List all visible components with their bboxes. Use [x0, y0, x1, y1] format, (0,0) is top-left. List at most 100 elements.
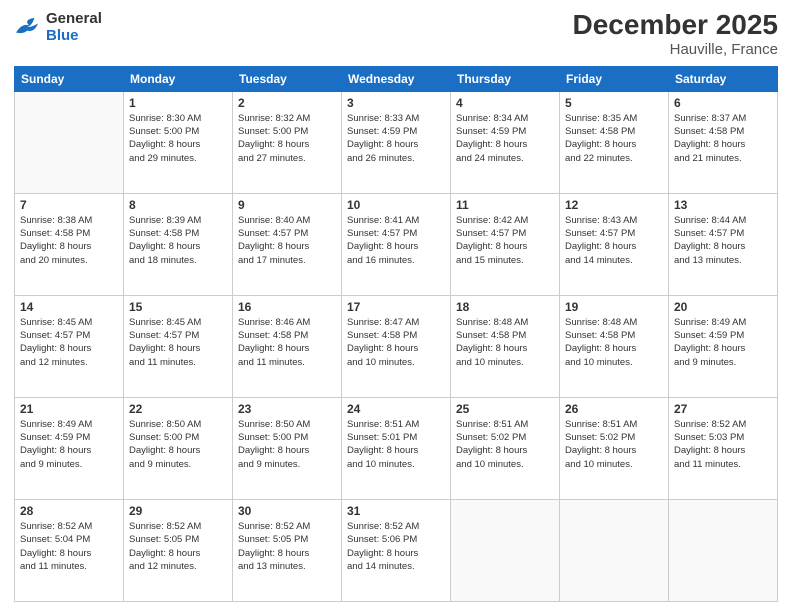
daylight-text: Daylight: 8 hours — [347, 342, 445, 355]
sunset-text: Sunset: 5:04 PM — [20, 533, 118, 546]
sunrise-text: Sunrise: 8:52 AM — [20, 520, 118, 533]
table-row: 31Sunrise: 8:52 AMSunset: 5:06 PMDayligh… — [342, 499, 451, 601]
header-monday: Monday — [124, 66, 233, 91]
daylight-text-cont: and 20 minutes. — [20, 254, 118, 267]
title-block: December 2025 Hauville, France — [573, 10, 778, 58]
sunset-text: Sunset: 5:02 PM — [456, 431, 554, 444]
sunset-text: Sunset: 5:00 PM — [238, 125, 336, 138]
table-row: 10Sunrise: 8:41 AMSunset: 4:57 PMDayligh… — [342, 193, 451, 295]
daylight-text-cont: and 29 minutes. — [129, 152, 227, 165]
sunset-text: Sunset: 4:57 PM — [674, 227, 772, 240]
sunrise-text: Sunrise: 8:41 AM — [347, 214, 445, 227]
sunrise-text: Sunrise: 8:43 AM — [565, 214, 663, 227]
daylight-text-cont: and 10 minutes. — [347, 356, 445, 369]
daylight-text: Daylight: 8 hours — [238, 444, 336, 457]
daylight-text-cont: and 10 minutes. — [565, 458, 663, 471]
sunrise-text: Sunrise: 8:45 AM — [20, 316, 118, 329]
daylight-text-cont: and 9 minutes. — [238, 458, 336, 471]
daylight-text-cont: and 24 minutes. — [456, 152, 554, 165]
day-info: Sunrise: 8:50 AMSunset: 5:00 PMDaylight:… — [238, 418, 336, 471]
sunset-text: Sunset: 4:58 PM — [20, 227, 118, 240]
sunrise-text: Sunrise: 8:49 AM — [20, 418, 118, 431]
table-row: 1Sunrise: 8:30 AMSunset: 5:00 PMDaylight… — [124, 91, 233, 193]
sunrise-text: Sunrise: 8:33 AM — [347, 112, 445, 125]
daylight-text: Daylight: 8 hours — [20, 342, 118, 355]
calendar-week-row: 21Sunrise: 8:49 AMSunset: 4:59 PMDayligh… — [15, 397, 778, 499]
sunset-text: Sunset: 4:58 PM — [347, 329, 445, 342]
daylight-text: Daylight: 8 hours — [129, 138, 227, 151]
header-friday: Friday — [560, 66, 669, 91]
day-info: Sunrise: 8:37 AMSunset: 4:58 PMDaylight:… — [674, 112, 772, 165]
day-number: 13 — [674, 198, 772, 212]
daylight-text: Daylight: 8 hours — [129, 444, 227, 457]
table-row: 21 Sunrise: 8:49 AMSunset: 4:59 PMDayligh… — [15, 397, 124, 499]
calendar-week-row: 7Sunrise: 8:38 AMSunset: 4:58 PMDaylight… — [15, 193, 778, 295]
daylight-text: Daylight: 8 hours — [238, 138, 336, 151]
day-info: Sunrise: 8:42 AMSunset: 4:57 PMDaylight:… — [456, 214, 554, 267]
header-sunday: Sunday — [15, 66, 124, 91]
table-row: 8Sunrise: 8:39 AMSunset: 4:58 PMDaylight… — [124, 193, 233, 295]
weekday-header-row: Sunday Monday Tuesday Wednesday Thursday… — [15, 66, 778, 91]
sunset-text: Sunset: 4:58 PM — [565, 329, 663, 342]
table-row — [669, 499, 778, 601]
header-saturday: Saturday — [669, 66, 778, 91]
sunrise-text: Sunrise: 8:50 AM — [238, 418, 336, 431]
day-number: 21 — [20, 402, 118, 416]
header: General Blue December 2025 Hauville, Fra… — [14, 10, 778, 58]
table-row: 23Sunrise: 8:50 AMSunset: 5:00 PMDayligh… — [233, 397, 342, 499]
day-info: Sunrise: 8:45 AMSunset: 4:57 PMDaylight:… — [129, 316, 227, 369]
day-number: 14 — [20, 300, 118, 314]
daylight-text: Daylight: 8 hours — [20, 444, 118, 457]
day-number: 18 — [456, 300, 554, 314]
sunset-text: Sunset: 4:58 PM — [674, 125, 772, 138]
day-info: Sunrise: 8:48 AMSunset: 4:58 PMDaylight:… — [456, 316, 554, 369]
sunrise-text: Sunrise: 8:48 AM — [456, 316, 554, 329]
calendar-table: Sunday Monday Tuesday Wednesday Thursday… — [14, 66, 778, 602]
header-wednesday: Wednesday — [342, 66, 451, 91]
daylight-text: Daylight: 8 hours — [674, 138, 772, 151]
day-info: Sunrise: 8:52 AMSunset: 5:04 PMDaylight:… — [20, 520, 118, 573]
sunrise-text: Sunrise: 8:30 AM — [129, 112, 227, 125]
day-number: 25 — [456, 402, 554, 416]
daylight-text-cont: and 27 minutes. — [238, 152, 336, 165]
sunrise-text: Sunrise: 8:47 AM — [347, 316, 445, 329]
daylight-text-cont: and 9 minutes. — [129, 458, 227, 471]
day-number: 1 — [129, 96, 227, 110]
table-row: 3 Sunrise: 8:33 AMSunset: 4:59 PMDaylight… — [342, 91, 451, 193]
sunrise-text: Sunrise: 8:34 AM — [456, 112, 554, 125]
day-info: Sunrise: 8:34 AMSunset: 4:59 PMDaylight:… — [456, 112, 554, 165]
daylight-text-cont: and 12 minutes. — [129, 560, 227, 573]
sunset-text: Sunset: 4:59 PM — [674, 329, 772, 342]
day-info: Sunrise: 8:51 AMSunset: 5:01 PMDaylight:… — [347, 418, 445, 471]
daylight-text-cont: and 11 minutes. — [238, 356, 336, 369]
daylight-text-cont: and 13 minutes. — [238, 560, 336, 573]
daylight-text: Daylight: 8 hours — [456, 138, 554, 151]
day-number: 11 — [456, 198, 554, 212]
table-row: 20Sunrise: 8:49 AMSunset: 4:59 PMDayligh… — [669, 295, 778, 397]
day-number: 3 — [347, 96, 445, 110]
sunset-text: Sunset: 4:59 PM — [20, 431, 118, 444]
table-row: 5Sunrise: 8:35 AMSunset: 4:58 PMDaylight… — [560, 91, 669, 193]
daylight-text: Daylight: 8 hours — [565, 138, 663, 151]
day-number: 22 — [129, 402, 227, 416]
table-row — [451, 499, 560, 601]
sunset-text: Sunset: 4:57 PM — [456, 227, 554, 240]
daylight-text: Daylight: 8 hours — [238, 240, 336, 253]
daylight-text-cont: and 13 minutes. — [674, 254, 772, 267]
table-row: 12Sunrise: 8:43 AMSunset: 4:57 PMDayligh… — [560, 193, 669, 295]
day-info: Sunrise: 8:48 AMSunset: 4:58 PMDaylight:… — [565, 316, 663, 369]
sunrise-text: Sunrise: 8:46 AM — [238, 316, 336, 329]
daylight-text-cont: and 10 minutes. — [347, 458, 445, 471]
day-info: Sunrise: 8:32 AMSunset: 5:00 PMDaylight:… — [238, 112, 336, 165]
daylight-text-cont: and 22 minutes. — [565, 152, 663, 165]
day-info: Sunrise: 8:52 AMSunset: 5:05 PMDaylight:… — [129, 520, 227, 573]
day-info: Sunrise: 8:51 AMSunset: 5:02 PMDaylight:… — [565, 418, 663, 471]
sunset-text: Sunset: 4:58 PM — [238, 329, 336, 342]
sunrise-text: Sunrise: 8:51 AM — [456, 418, 554, 431]
day-number: 20 — [674, 300, 772, 314]
header-thursday: Thursday — [451, 66, 560, 91]
day-info: Sunrise: 8:33 AMSunset: 4:59 PMDaylight:… — [347, 112, 445, 165]
sunset-text: Sunset: 5:06 PM — [347, 533, 445, 546]
daylight-text-cont: and 14 minutes. — [347, 560, 445, 573]
day-info: Sunrise: 8:49 AMSunset: 4:59 PMDaylight:… — [20, 418, 118, 471]
